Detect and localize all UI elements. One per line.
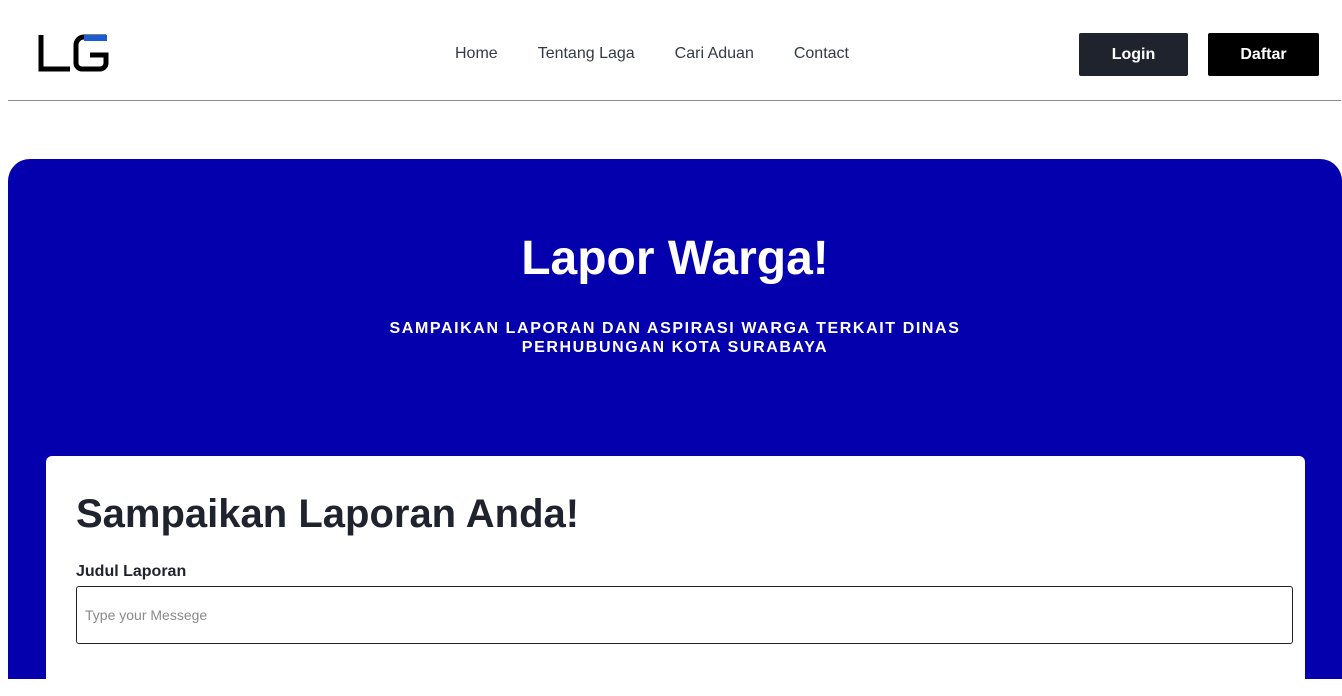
site-header: Home Tentang Laga Cari Aduan Contact Log… <box>8 0 1341 101</box>
login-button[interactable]: Login <box>1079 33 1188 76</box>
nav-item-tentang-laga[interactable]: Tentang Laga <box>538 44 635 64</box>
judul-laporan-label: Judul Laporan <box>76 563 187 580</box>
hero-subtitle: SAMPAIKAN LAPORAN DAN ASPIRASI WARGA TER… <box>389 320 961 356</box>
register-button[interactable]: Daftar <box>1208 33 1319 76</box>
judul-laporan-input[interactable] <box>76 586 1293 644</box>
report-form-card: Sampaikan Laporan Anda! Judul Laporan <box>46 456 1305 696</box>
form-title: Sampaikan Laporan Anda! <box>76 492 580 536</box>
nav-item-contact[interactable]: Contact <box>794 44 849 64</box>
lg-logo-icon[interactable] <box>38 33 110 73</box>
hero-title: Lapor Warga! <box>521 232 829 285</box>
main-nav: Home Tentang Laga Cari Aduan Contact <box>455 44 849 64</box>
nav-item-cari-aduan[interactable]: Cari Aduan <box>675 44 754 64</box>
nav-item-home[interactable]: Home <box>455 44 498 64</box>
